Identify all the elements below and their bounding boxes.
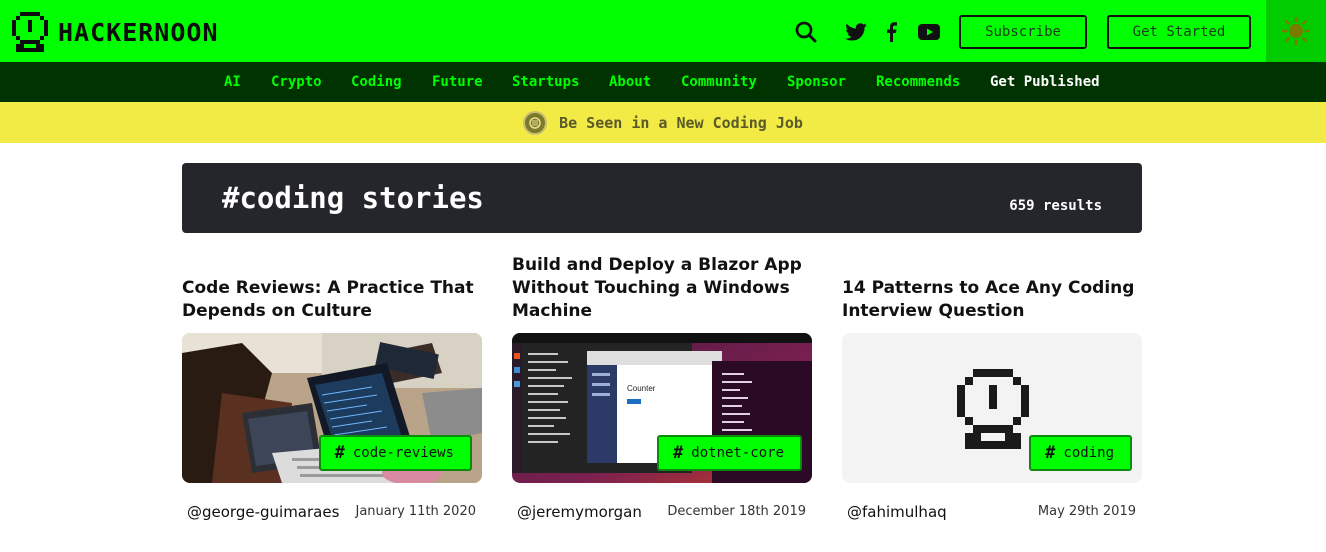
twitter-icon[interactable] bbox=[845, 19, 867, 45]
story-date: May 29th 2019 bbox=[1037, 504, 1136, 519]
hash-icon: # bbox=[1045, 443, 1056, 463]
nav-item-startups[interactable]: Startups bbox=[512, 74, 579, 90]
theme-toggle-icon bbox=[1282, 17, 1310, 45]
story-date: December 18th 2019 bbox=[667, 504, 806, 519]
story-thumbnail[interactable]: # coding bbox=[842, 333, 1142, 483]
story-date: January 11th 2020 bbox=[355, 504, 476, 519]
story-card: Build and Deploy a Blazor App Without To… bbox=[512, 254, 812, 323]
story-card: Code Reviews: A Practice That Depends on… bbox=[182, 277, 482, 323]
tag-label: coding bbox=[1063, 445, 1114, 461]
promo-banner[interactable]: Be Seen in a New Coding Job bbox=[0, 102, 1326, 143]
subscribe-button[interactable]: Subscribe bbox=[959, 15, 1087, 49]
author-link[interactable]: @george-guimaraes bbox=[187, 503, 339, 521]
nav-item-future[interactable]: Future bbox=[432, 74, 483, 90]
tag-label: code-reviews bbox=[352, 445, 454, 461]
author-link[interactable]: @fahimulhaq bbox=[847, 503, 947, 521]
nav-item-ai[interactable]: AI bbox=[224, 74, 241, 90]
tag-label: dotnet-core bbox=[691, 445, 784, 461]
facebook-icon[interactable] bbox=[884, 19, 898, 45]
hash-icon: # bbox=[334, 443, 345, 463]
nav-item-coding[interactable]: Coding bbox=[351, 74, 402, 90]
youtube-icon[interactable] bbox=[917, 19, 941, 45]
tag-header: #coding stories 659 results bbox=[182, 163, 1142, 233]
hackernoon-placeholder-icon bbox=[957, 369, 1029, 449]
screenshot-heading: Counter bbox=[627, 384, 656, 393]
top-bar: HACKERNOON Subscribe Get Started bbox=[0, 0, 1326, 62]
banner-coin-icon bbox=[523, 110, 548, 135]
results-count: 659 results bbox=[1009, 198, 1102, 214]
page-title: #coding stories bbox=[222, 181, 484, 215]
tag-button[interactable]: # code-reviews bbox=[318, 435, 472, 471]
hash-icon: # bbox=[673, 443, 684, 463]
banner-text: Be Seen in a New Coding Job bbox=[559, 113, 803, 132]
logo-text: HACKERNOON bbox=[58, 17, 219, 47]
story-thumbnail[interactable]: # code-reviews bbox=[182, 333, 482, 483]
hackernoon-logo-icon bbox=[12, 12, 48, 52]
logo-link[interactable]: HACKERNOON bbox=[12, 12, 219, 52]
nav-item-community[interactable]: Community bbox=[681, 74, 757, 90]
search-icon[interactable] bbox=[795, 19, 817, 45]
nav-item-get-published[interactable]: Get Published bbox=[990, 74, 1100, 90]
story-title[interactable]: 14 Patterns to Ace Any Coding Interview … bbox=[842, 277, 1142, 323]
tag-button[interactable]: # coding bbox=[1029, 435, 1132, 471]
main-nav: AI Crypto Coding Future Startups About C… bbox=[0, 62, 1326, 102]
author-link[interactable]: @jeremymorgan bbox=[517, 503, 642, 521]
nav-item-sponsor[interactable]: Sponsor bbox=[787, 74, 846, 90]
story-thumbnail[interactable]: Counter # dotnet-core bbox=[512, 333, 812, 483]
tag-button[interactable]: # dotnet-core bbox=[657, 435, 802, 471]
story-title[interactable]: Code Reviews: A Practice That Depends on… bbox=[182, 277, 482, 323]
get-started-button[interactable]: Get Started bbox=[1107, 15, 1251, 49]
nav-item-recommends[interactable]: Recommends bbox=[876, 74, 960, 90]
theme-toggle-button[interactable] bbox=[1266, 0, 1326, 62]
nav-item-about[interactable]: About bbox=[609, 74, 651, 90]
story-title[interactable]: Build and Deploy a Blazor App Without To… bbox=[512, 254, 812, 323]
story-card: 14 Patterns to Ace Any Coding Interview … bbox=[842, 277, 1142, 323]
nav-item-crypto[interactable]: Crypto bbox=[271, 74, 322, 90]
